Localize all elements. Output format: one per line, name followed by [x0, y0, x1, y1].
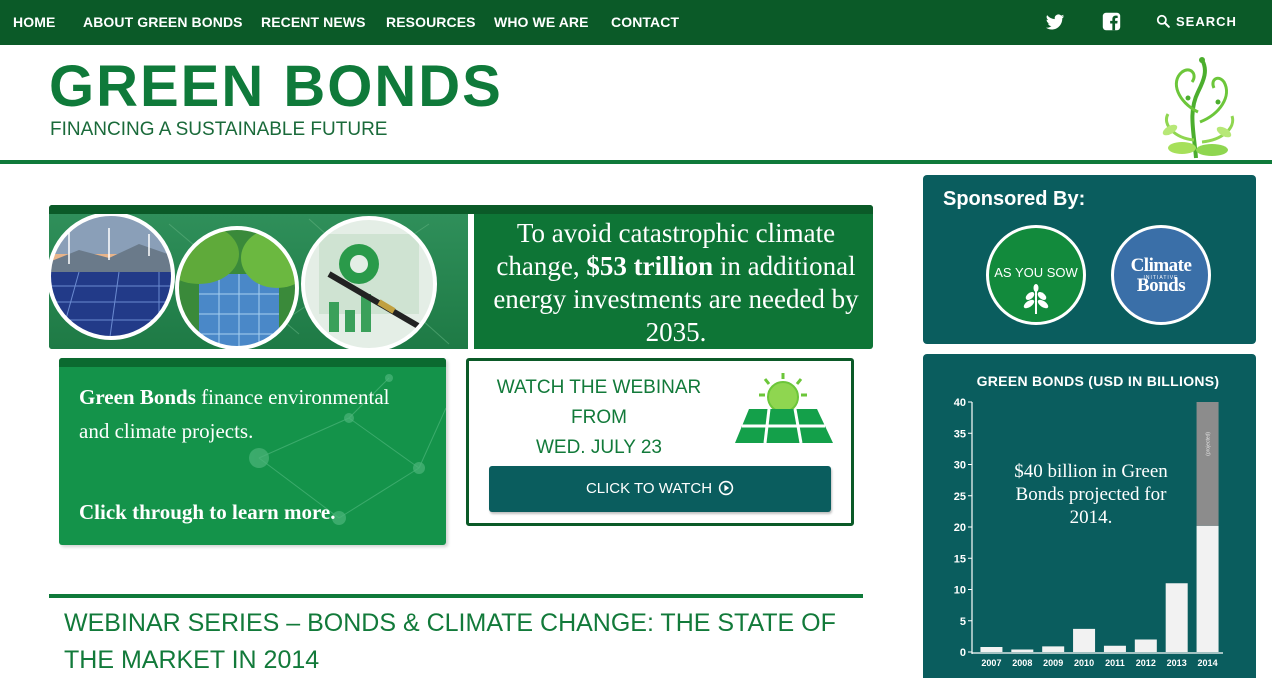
hero-highlight: $53 trillion: [586, 251, 714, 281]
info-bold-lead: Green Bonds: [79, 385, 196, 409]
learn-more-link[interactable]: Click through to learn more.: [79, 500, 335, 525]
search-label: SEARCH: [1176, 14, 1237, 29]
x-tick-label: 2007: [981, 658, 1001, 668]
y-tick-label: 40: [954, 397, 966, 409]
bar-2011: [1103, 645, 1126, 652]
click-to-watch-label: CLICK TO WATCH: [585, 480, 713, 497]
y-tick-label: 0: [960, 647, 966, 659]
bar-2009: [1042, 646, 1065, 652]
green-swirl-logo: [1162, 57, 1235, 159]
green-building-photo: [177, 228, 297, 348]
green-bonds-info-card[interactable]: Green Bonds finance environmental and cl…: [59, 358, 446, 545]
nav-recent-news[interactable]: RECENT NEWS: [261, 0, 366, 45]
climate-bonds-line1: Climate: [1130, 255, 1192, 276]
header-divider: [0, 160, 1272, 164]
webinar-line1: WATCH THE WEBINAR: [496, 377, 702, 398]
solar-panel-icon: [735, 373, 833, 444]
x-tick-label: 2008: [1012, 658, 1032, 668]
hero-banner[interactable]: To avoid catastrophic climate change, $5…: [49, 205, 873, 349]
as-you-sow-logo[interactable]: AS YOU SOW: [986, 225, 1086, 325]
bar-2014: [1196, 525, 1219, 652]
nav-who-we-are[interactable]: WHO WE ARE: [494, 0, 589, 45]
climate-bonds-logo[interactable]: Climate INITIATIVE Bonds: [1111, 225, 1211, 325]
hero-top-bar: [49, 205, 873, 214]
twitter-icon[interactable]: [1045, 12, 1065, 32]
x-tick-label: 2010: [1074, 658, 1094, 668]
y-tick-label: 20: [954, 522, 966, 534]
nav-resources[interactable]: RESOURCES: [386, 0, 476, 45]
y-tick-label: 10: [954, 585, 966, 597]
chart-annotation: $40 billion in Green Bonds projected for…: [1014, 461, 1168, 528]
bar-2012: [1134, 639, 1157, 652]
bar-2007: [980, 647, 1003, 652]
hero-divider: [468, 214, 474, 349]
bar-2013: [1165, 583, 1188, 652]
y-tick-label: 30: [954, 460, 966, 472]
sprout-icon: [1023, 284, 1049, 314]
nav-contact[interactable]: CONTACT: [611, 0, 679, 45]
sponsor-heading: Sponsored By:: [943, 188, 1086, 210]
y-tick-label: 25: [954, 491, 966, 503]
webinar-line2: FROM: [571, 407, 627, 428]
x-tick-label: 2013: [1167, 658, 1187, 668]
sponsored-by-panel: Sponsored By: AS YOU SOW Climate INITIAT…: [923, 175, 1256, 344]
x-tick-label: 2009: [1043, 658, 1063, 668]
webinar-date: WED. JULY 23: [535, 437, 662, 458]
info-text: Green Bonds finance environmental and cl…: [79, 380, 399, 448]
nav-about-green-bonds[interactable]: ABOUT GREEN BONDS: [83, 0, 243, 45]
article-title[interactable]: WEBINAR SERIES – BONDS & CLIMATE CHANGE:…: [64, 605, 854, 678]
x-tick-label: 2014: [1198, 658, 1218, 668]
bar-projected-2014: [1196, 402, 1219, 526]
search-icon: [1156, 14, 1170, 28]
facebook-icon[interactable]: [1102, 12, 1122, 32]
as-you-sow-label: AS YOU SOW: [994, 265, 1078, 280]
site-tagline: FINANCING A SUSTAINABLE FUTURE: [50, 119, 388, 140]
y-tick-label: 35: [954, 428, 966, 440]
bar-2010: [1073, 628, 1096, 652]
hero-message: To avoid catastrophic climate change, $5…: [479, 217, 873, 349]
hero-image-strip: [49, 212, 474, 349]
play-circle-icon: [718, 480, 734, 496]
bar-2008: [1011, 649, 1034, 652]
x-tick-label: 2011: [1105, 658, 1125, 668]
site-title[interactable]: GREEN BONDS: [49, 54, 503, 120]
green-bonds-chart-panel: GREEN BONDS (USD IN BILLIONS) 0 5 10 15 20 25…: [923, 354, 1256, 678]
top-navigation: HOME ABOUT GREEN BONDS RECENT NEWS RESOU…: [0, 0, 1272, 45]
x-tick-label: 2012: [1136, 658, 1156, 668]
climate-bonds-line2: Bonds: [1136, 275, 1186, 296]
projected-label: (projected): [1206, 432, 1212, 456]
nav-home[interactable]: HOME: [13, 0, 55, 45]
webinar-card: WATCH THE WEBINAR FROM WED. JULY 23 CLIC…: [466, 358, 854, 526]
click-to-watch-button[interactable]: CLICK TO WATCH: [489, 466, 831, 512]
article-divider: [49, 594, 863, 598]
y-tick-label: 5: [960, 616, 966, 628]
search-button[interactable]: SEARCH: [1156, 0, 1237, 45]
y-tick-label: 15: [954, 553, 966, 565]
